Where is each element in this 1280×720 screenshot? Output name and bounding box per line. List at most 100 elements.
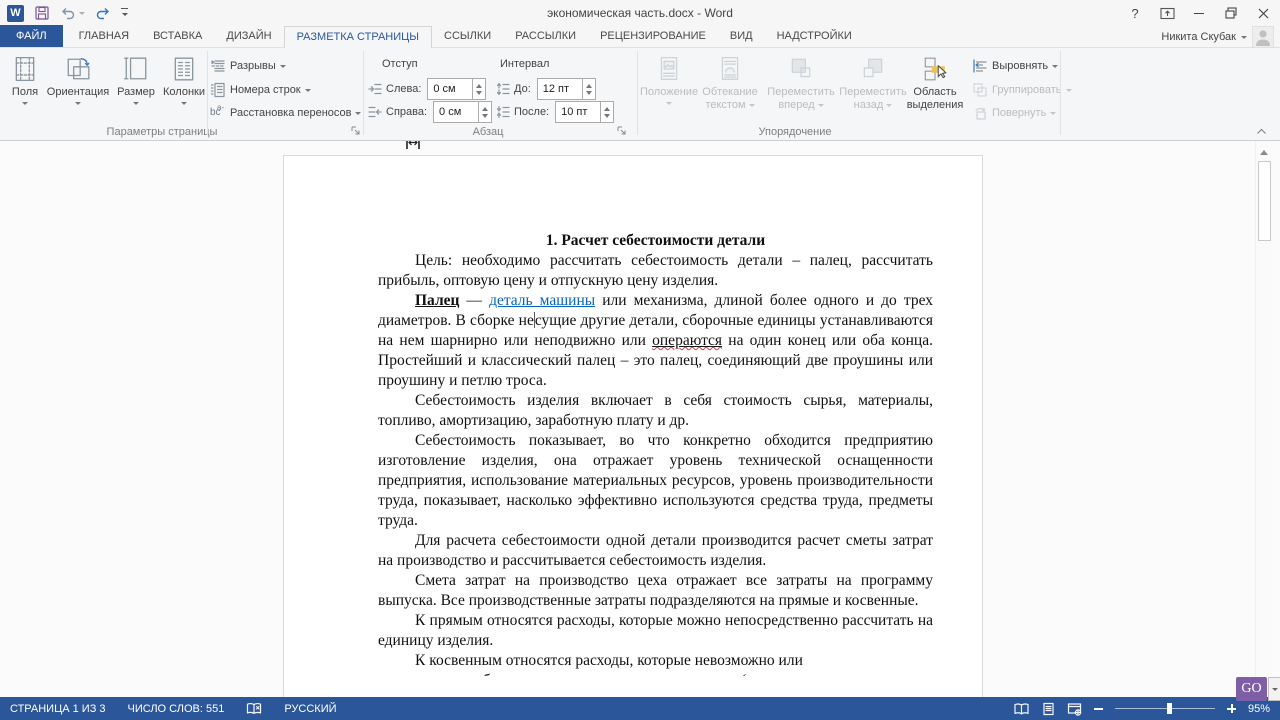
group-objects-icon (972, 82, 988, 98)
chevron-down-icon (133, 102, 139, 108)
save-button[interactable] (34, 5, 50, 21)
wrap-text-button[interactable]: Обтекание текстом (698, 53, 762, 112)
undo-button[interactable] (60, 5, 85, 21)
group-button[interactable]: Группировать (972, 80, 1072, 100)
spacing-before-spinner[interactable] (583, 78, 596, 100)
doc-paragraph-clipped: нецелесообразно рассчитать на единицу из… (378, 671, 933, 676)
ribbon-tab-row: ФАЙЛ ГЛАВНАЯ ВСТАВКА ДИЗАЙН РАЗМЕТКА СТР… (0, 26, 1280, 48)
tab-review[interactable]: РЕЦЕНЗИРОВАНИЕ (588, 25, 718, 47)
zoom-slider[interactable] (1115, 708, 1215, 709)
collapse-ribbon-button[interactable] (1256, 128, 1267, 135)
doc-term-bold: Палец (415, 292, 459, 309)
ribbon-display-options-button[interactable] (1154, 2, 1180, 24)
zoom-out-button[interactable] (1094, 708, 1103, 710)
web-layout-button[interactable] (1067, 702, 1082, 716)
zoom-in-button[interactable] (1227, 704, 1236, 713)
chevron-down-icon (75, 102, 81, 108)
tab-page-layout[interactable]: РАЗМЕТКА СТРАНИЦЫ (284, 26, 432, 48)
go-widget[interactable]: GO (1236, 677, 1280, 701)
send-backward-button[interactable]: Переместить назад (840, 53, 906, 112)
column-resize-pointer (404, 141, 422, 152)
wrap-text-label-2: текстом (705, 99, 745, 112)
bring-forward-button[interactable]: Переместить вперед (764, 53, 838, 112)
selection-pane-icon (923, 56, 947, 82)
document-page[interactable]: 1. Расчет себестоимости детали Цель: нео… (283, 155, 983, 697)
tab-view[interactable]: ВИД (718, 25, 765, 47)
paragraph-dialog-launcher[interactable] (616, 125, 627, 136)
position-icon (657, 56, 681, 82)
chevron-down-icon (1241, 36, 1247, 42)
margins-icon (12, 56, 38, 82)
spacing-after-spinner[interactable] (601, 101, 614, 123)
align-button[interactable]: Выровнять (972, 56, 1058, 76)
indent-right-spinner[interactable] (479, 101, 492, 123)
doc-paragraph: Себестоимость изделия включает в себя ст… (378, 391, 933, 431)
group-label-paragraph: Абзац (473, 126, 504, 138)
document-area: 1. Расчет себестоимости детали Цель: нео… (0, 141, 1280, 697)
go-dropdown-button[interactable] (1268, 677, 1280, 701)
scroll-up-button[interactable] (1256, 145, 1272, 159)
tab-references[interactable]: ССЫЛКИ (432, 25, 503, 47)
selection-pane-button[interactable]: Область выделения (908, 53, 962, 112)
tab-insert[interactable]: ВСТАВКА (141, 25, 214, 47)
document-title: экономическая часть.docx - Word (0, 6, 1280, 20)
indent-right-input[interactable]: 0 см (433, 101, 479, 123)
chevron-down-icon (818, 104, 824, 110)
close-button[interactable] (1250, 2, 1276, 24)
read-mode-button[interactable] (1013, 702, 1030, 716)
chevron-down-icon (1052, 65, 1058, 71)
print-layout-button[interactable] (1042, 702, 1055, 716)
page-setup-dialog-launcher[interactable] (350, 125, 361, 136)
tab-home[interactable]: ГЛАВНАЯ (67, 25, 141, 47)
margins-button[interactable]: Поля (5, 53, 45, 108)
spacing-before-label: До: (514, 83, 531, 95)
doc-paragraph: Для расчета себестоимости одной детали п… (378, 531, 933, 571)
position-button[interactable]: Положение (642, 53, 696, 108)
group-label-arrange: Упорядочение (759, 126, 832, 138)
spacing-before-input[interactable]: 12 пт (537, 78, 583, 100)
tab-file[interactable]: ФАЙЛ (0, 25, 63, 47)
tab-addins[interactable]: НАДСТРОЙКИ (765, 25, 864, 47)
size-button[interactable]: Размер (112, 53, 160, 108)
breaks-button[interactable]: Разрывы (210, 56, 286, 76)
tab-design[interactable]: ДИЗАЙН (214, 25, 283, 47)
chevron-down-icon (749, 104, 755, 110)
user-name: Никита Скубак (1161, 31, 1236, 43)
columns-label: Колонки (163, 86, 205, 99)
indent-left-spinner[interactable] (473, 78, 486, 100)
tab-mailings[interactable]: РАССЫЛКИ (503, 25, 588, 47)
rotate-label: Повернуть (992, 107, 1046, 120)
help-button[interactable]: ? (1122, 2, 1148, 24)
doc-hyperlink[interactable]: деталь машины (489, 292, 595, 309)
account-area[interactable]: Никита Скубак (1161, 26, 1274, 48)
spacing-after-input[interactable]: 10 пт (555, 101, 601, 123)
doc-misspelled-word: операются (652, 332, 722, 349)
indent-right-field: Справа: 0 см (368, 101, 492, 123)
go-button[interactable]: GO (1236, 677, 1267, 701)
undo-dropdown-icon[interactable] (79, 12, 85, 18)
zoom-level[interactable]: 95% (1248, 703, 1270, 715)
rotate-button[interactable]: Повернуть (972, 103, 1056, 123)
status-word-count[interactable]: ЧИСЛО СЛОВ: 551 (128, 703, 225, 715)
orientation-button[interactable]: Ориентация (47, 53, 109, 108)
chevron-down-icon (355, 112, 361, 118)
chevron-down-icon (305, 89, 311, 95)
line-numbers-button[interactable]: Номера строк (210, 80, 311, 100)
proofing-errors-icon[interactable] (246, 702, 262, 716)
align-label: Выровнять (992, 60, 1048, 73)
restore-button[interactable] (1218, 2, 1244, 24)
chevron-down-icon (1050, 112, 1056, 118)
columns-button[interactable]: Колонки (162, 53, 206, 108)
wrap-text-icon (718, 56, 742, 82)
chevron-down-icon (666, 102, 672, 108)
indent-left-input[interactable]: 0 см (427, 78, 473, 100)
status-language[interactable]: РУССКИЙ (284, 703, 336, 715)
breaks-icon (210, 58, 226, 74)
status-page-indicator[interactable]: СТРАНИЦА 1 ИЗ 3 (10, 703, 106, 715)
redo-button[interactable] (95, 5, 111, 21)
scrollbar-thumb[interactable] (1258, 161, 1271, 241)
hyphenation-button[interactable]: bca- Расстановка переносов (210, 103, 361, 123)
minimize-button[interactable] (1186, 2, 1212, 24)
customize-qat-button[interactable] (121, 8, 128, 19)
zoom-slider-thumb[interactable] (1167, 703, 1172, 714)
